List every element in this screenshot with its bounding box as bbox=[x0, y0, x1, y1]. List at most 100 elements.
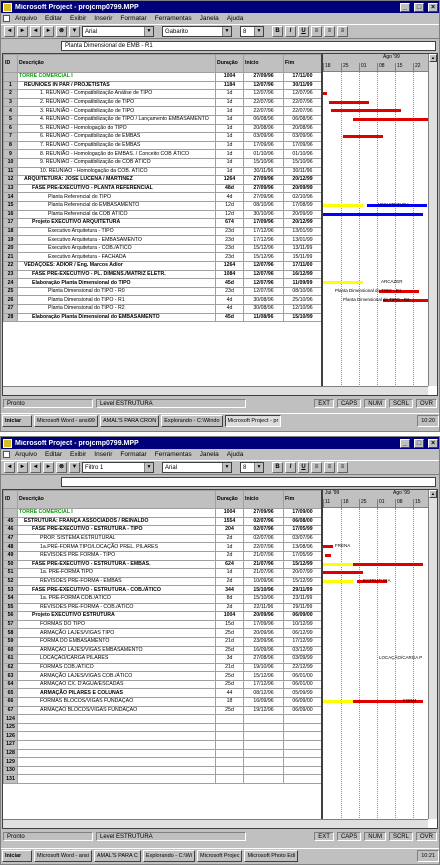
row-id[interactable]: 49 bbox=[3, 550, 18, 561]
task-start[interactable]: 10/09/96 bbox=[243, 576, 284, 587]
row-id[interactable]: 126 bbox=[3, 731, 18, 742]
align-right-button[interactable]: ≡ bbox=[337, 26, 348, 37]
outline-button[interactable]: ► bbox=[17, 26, 28, 37]
task-start[interactable]: 27/09/96 bbox=[243, 192, 284, 202]
task-start[interactable] bbox=[243, 740, 284, 750]
task-start[interactable]: 15/10/96 bbox=[243, 585, 284, 595]
finish-header[interactable]: Fim bbox=[283, 490, 322, 509]
row-id[interactable]: 15 bbox=[3, 200, 18, 211]
gantt-bar[interactable] bbox=[343, 135, 383, 139]
task-finish[interactable]: 17/08/99 bbox=[283, 200, 322, 211]
task-start[interactable]: 17/12/96 bbox=[243, 679, 284, 690]
row-id[interactable]: 23 bbox=[3, 269, 18, 280]
vertical-scrollbar[interactable]: ▲ bbox=[428, 490, 437, 819]
font-select[interactable]: Arial ▼ bbox=[162, 462, 232, 473]
task-finish[interactable]: 03/09/96 bbox=[283, 132, 322, 142]
task-name[interactable]: Projeto EXECUTIVO ARQUITETURA bbox=[17, 218, 216, 228]
row-id[interactable]: 52 bbox=[3, 576, 18, 587]
underline-button[interactable]: U bbox=[298, 26, 309, 37]
gantt-bar[interactable] bbox=[329, 100, 369, 104]
table-row[interactable]: 57 FORMAS DO TIPO 15d 17/09/96 10/12/99 bbox=[3, 619, 322, 630]
row-id[interactable]: 59 bbox=[3, 636, 18, 647]
row-id[interactable]: 24 bbox=[3, 278, 18, 288]
task-duration[interactable]: 4d bbox=[215, 304, 244, 314]
task-name[interactable]: Executivo Arquitetura - EMBASAMENTO bbox=[17, 235, 216, 245]
task-start[interactable]: 12/07/96 bbox=[243, 261, 284, 271]
outline-button[interactable]: ► bbox=[17, 462, 28, 473]
task-start[interactable]: 27/09/96 bbox=[243, 175, 284, 185]
gantt-bar[interactable] bbox=[323, 212, 423, 216]
task-finish[interactable]: 20/08/96 bbox=[283, 123, 322, 134]
row-id[interactable]: 9 bbox=[3, 149, 18, 159]
task-duration[interactable]: 15d bbox=[215, 619, 244, 630]
name-header[interactable]: Descrição bbox=[17, 54, 216, 73]
task-duration[interactable]: 1d bbox=[215, 542, 244, 552]
task-start[interactable]: 03/09/96 bbox=[243, 132, 284, 142]
task-start[interactable]: 27/09/96 bbox=[243, 183, 284, 194]
table-row[interactable]: 58 ARMAÇÃO LAJES/VIGAS TIPO 25d 20/09/96 06/… bbox=[3, 628, 322, 638]
row-id[interactable]: 28 bbox=[3, 312, 18, 323]
task-finish[interactable]: 30/11/96 bbox=[283, 166, 322, 177]
task-duration[interactable]: 1184 bbox=[215, 80, 244, 91]
row-id[interactable]: 50 bbox=[3, 559, 18, 570]
table-row[interactable]: 6 5. REUNIÃO - Homologação do TIPO 1d 20/08… bbox=[3, 123, 322, 134]
task-duration[interactable]: 1d bbox=[215, 97, 244, 108]
task-duration[interactable]: 1d bbox=[215, 166, 244, 177]
task-duration[interactable]: 2d bbox=[215, 533, 244, 544]
task-start[interactable]: 30/10/96 bbox=[243, 209, 284, 220]
table-row[interactable]: 65 ARMAÇÃO PILARES E COLUNAS 44 08/12/96 05/… bbox=[3, 688, 322, 699]
row-id[interactable]: 22 bbox=[3, 261, 18, 271]
task-finish[interactable]: 15/11/99 bbox=[283, 252, 322, 263]
task-duration[interactable]: 4d bbox=[215, 192, 244, 202]
task-name[interactable]: VEDAÇÕES: ADIOR / Eng. Marcos Adior bbox=[17, 261, 216, 271]
row-id[interactable]: 60 bbox=[3, 645, 18, 656]
menu-item[interactable]: Formatar bbox=[117, 15, 149, 22]
task-duration[interactable]: 1554 bbox=[215, 516, 244, 527]
menu-item[interactable]: Inserir bbox=[91, 451, 115, 458]
row-id[interactable]: 130 bbox=[3, 765, 18, 776]
underline-button[interactable]: U bbox=[298, 462, 309, 473]
task-start[interactable]: 17/12/96 bbox=[243, 235, 284, 245]
task-name[interactable]: 1a. PRÉ-FORMA TIPO bbox=[17, 568, 216, 578]
task-name[interactable]: 6. REUNIÃO - Compatibilização de EMBAS bbox=[17, 132, 216, 142]
task-start[interactable]: 30/08/96 bbox=[243, 304, 284, 314]
task-start[interactable]: 30/11/96 bbox=[243, 166, 284, 177]
task-start[interactable] bbox=[243, 757, 284, 767]
task-start[interactable]: 20/09/96 bbox=[243, 611, 284, 621]
document-icon[interactable] bbox=[3, 451, 10, 458]
task-finish[interactable]: 06/09/00 bbox=[283, 611, 322, 621]
task-finish[interactable]: 23/11/99 bbox=[283, 593, 322, 604]
row-id[interactable]: 65 bbox=[3, 688, 18, 699]
table-row[interactable]: 15 Planta Referencial do EMBASAMENTO 12d 08… bbox=[3, 200, 322, 211]
task-name[interactable]: Planta Referencial do EMBASAMENTO bbox=[17, 200, 216, 211]
task-name[interactable] bbox=[17, 714, 216, 724]
task-name[interactable]: Elaboração Planta Dimensional do TIPO bbox=[17, 278, 216, 288]
task-finish[interactable]: 12/07/96 bbox=[283, 89, 322, 99]
task-name[interactable]: Executivo Arquitetura - TIPO bbox=[17, 226, 216, 237]
task-duration[interactable]: 21d bbox=[215, 662, 244, 673]
task-duration[interactable]: 344 bbox=[215, 585, 244, 595]
table-row[interactable]: 129 bbox=[3, 757, 322, 767]
task-duration[interactable]: 25d bbox=[215, 628, 244, 638]
table-row[interactable]: 131 bbox=[3, 774, 322, 784]
task-duration[interactable]: 48d bbox=[215, 183, 244, 194]
table-row[interactable]: 63 ARMAÇÃO LAJES/VIGAS COB./ÁTICO 25d 15/12… bbox=[3, 671, 322, 681]
task-duration[interactable]: 1d bbox=[215, 157, 244, 168]
task-name[interactable]: FASE PRE-EXECUTIVO - ESTRUTURA - EMBAS. bbox=[17, 559, 216, 570]
task-finish[interactable] bbox=[283, 740, 322, 750]
table-row[interactable]: 48 1a.PRÉ-FORMA TIPO/LOCAÇÃO PREL. PILARE… bbox=[3, 542, 322, 552]
task-duration[interactable]: 1d bbox=[215, 89, 244, 99]
row-id[interactable]: 20 bbox=[3, 243, 18, 254]
task-finish[interactable]: 13/08/96 bbox=[283, 542, 322, 552]
task-duration[interactable]: 1d bbox=[215, 149, 244, 159]
task-name[interactable] bbox=[17, 740, 216, 750]
task-name[interactable]: ESTRUTURA: FRANÇA ASSOCIADOS / REINALDO bbox=[17, 516, 216, 527]
table-row[interactable]: 10 9. REUNIÃO - Compatibilização de COB Á… bbox=[3, 157, 322, 168]
task-finish[interactable]: 20/12/99 bbox=[283, 175, 322, 185]
task-finish[interactable]: 17/12/99 bbox=[283, 636, 322, 647]
task-finish[interactable]: 25/10/96 bbox=[283, 295, 322, 306]
italic-button[interactable]: I bbox=[285, 26, 296, 37]
task-finish[interactable]: 13/11/99 bbox=[283, 243, 322, 254]
table-row[interactable]: TORRE COMERCIAL I 1004 27/09/96 17/11/00 bbox=[3, 72, 322, 82]
task-duration[interactable]: 1004 bbox=[215, 508, 244, 518]
